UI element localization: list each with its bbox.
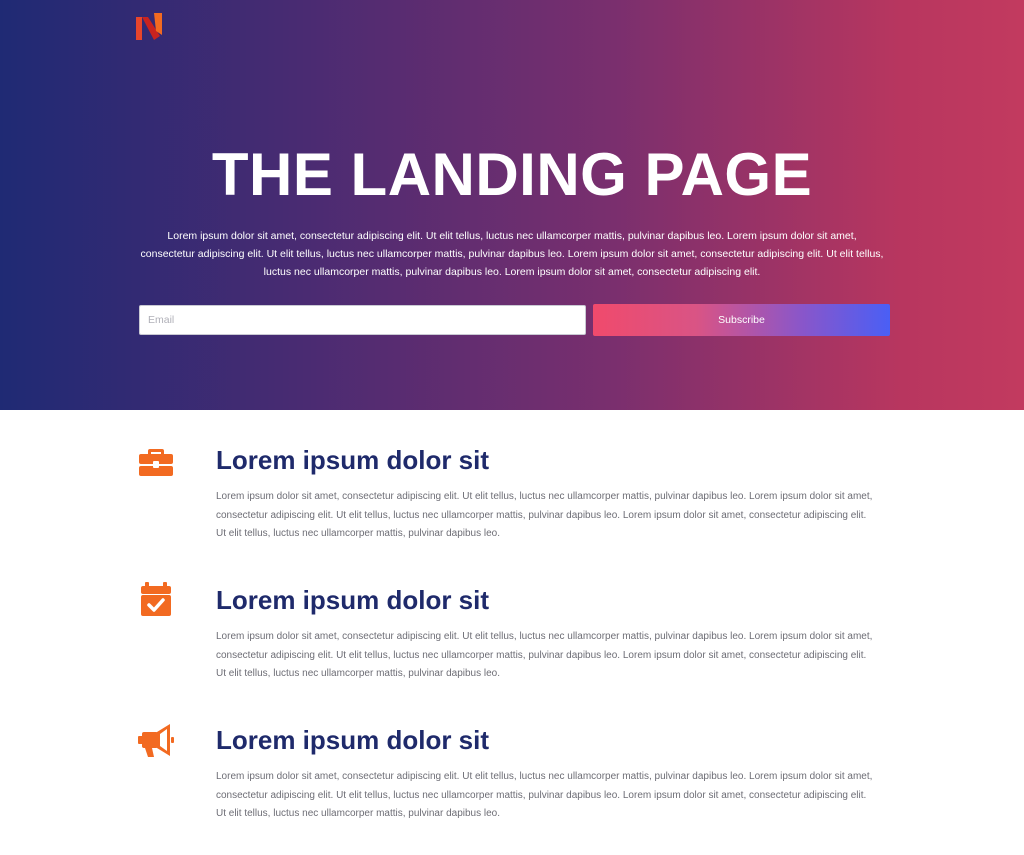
megaphone-icon: [138, 724, 174, 757]
hero-description: Lorem ipsum dolor sit amet, consectetur …: [140, 230, 884, 278]
feature-title: Lorem ipsum dolor sit: [216, 585, 490, 615]
feature-title: Lorem ipsum dolor sit: [216, 725, 490, 755]
feature-title: Lorem ipsum dolor sit: [216, 445, 490, 475]
briefcase-icon: [139, 449, 173, 476]
feature-text: Lorem ipsum dolor sit amet, consectetur …: [216, 771, 873, 819]
email-input[interactable]: Email: [139, 305, 586, 335]
feature-text: Lorem ipsum dolor sit amet, consectetur …: [216, 491, 873, 539]
subscribe-button[interactable]: Subscribe: [593, 304, 890, 336]
hero-title: THE LANDING PAGE: [211, 141, 813, 208]
feature-text: Lorem ipsum dolor sit amet, consectetur …: [216, 631, 873, 679]
brand-n-logo-icon[interactable]: [134, 13, 164, 40]
calendar-check-icon: [141, 582, 171, 616]
hero-section: THE LANDING PAGE Lorem ipsum dolor sit a…: [0, 0, 1024, 410]
